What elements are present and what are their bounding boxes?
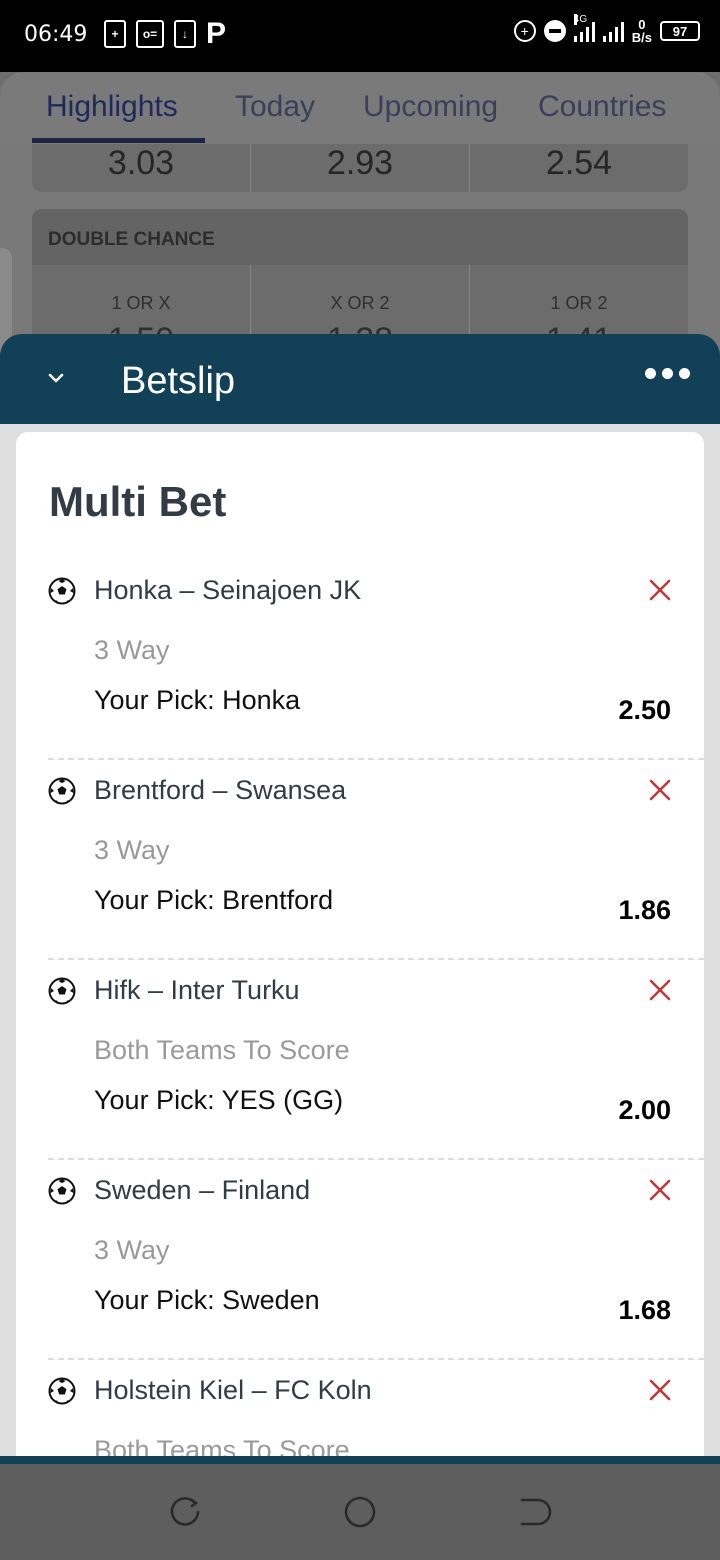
odds-button[interactable]: 2.93 bbox=[251, 144, 469, 183]
system-nav-bar bbox=[0, 1464, 720, 1560]
battery-icon: 97 bbox=[660, 21, 700, 41]
betslip-footer-edge bbox=[0, 1456, 720, 1464]
soccer-ball-icon bbox=[48, 777, 76, 805]
soccer-ball-icon bbox=[48, 1177, 76, 1205]
bet-item: Brentford – Swansea 3 Way Your Pick: Bre… bbox=[16, 632, 704, 960]
network-type-label: 4G bbox=[573, 14, 588, 25]
battery-saver-icon: + bbox=[104, 20, 126, 48]
back-icon[interactable] bbox=[516, 1494, 552, 1530]
odds-row: 3.03 2.93 2.54 bbox=[32, 144, 688, 192]
match-name: Holstein Kiel – FC Koln bbox=[94, 1375, 372, 1405]
signal-icon bbox=[602, 20, 624, 42]
match-name: Brentford – Swansea bbox=[94, 775, 347, 805]
active-tab-indicator bbox=[32, 138, 205, 143]
download-icon: ↓ bbox=[174, 20, 196, 48]
recent-apps-icon[interactable] bbox=[168, 1494, 204, 1530]
bet-item: Sweden – Finland 3 Way Your Pick: Sweden… bbox=[16, 1032, 704, 1360]
system-status-icons: + 4G 0 B/s 97 bbox=[513, 14, 700, 44]
clock: 06:49 bbox=[24, 22, 88, 47]
data-rate-unit: B/s bbox=[631, 30, 652, 45]
soccer-ball-icon bbox=[48, 577, 76, 605]
market-label: X OR 2 bbox=[330, 293, 390, 313]
soccer-ball-icon bbox=[48, 977, 76, 1005]
bet-item: Hifk – Inter Turku Both Teams To Score Y… bbox=[16, 832, 704, 1160]
bet-item: Holstein Kiel – FC Koln Both Teams To Sc… bbox=[16, 1232, 704, 1460]
tab-today[interactable]: Today bbox=[235, 90, 315, 124]
tab-upcoming[interactable]: Upcoming bbox=[363, 90, 498, 124]
betslip-panel: Multi Bet Honka – Seinajoen JK 3 Way You… bbox=[16, 432, 704, 1460]
chevron-down-icon[interactable] bbox=[44, 366, 68, 390]
double-chance-card: DOUBLE CHANCE 1 OR X X OR 2 1 OR 2 1.50 … bbox=[32, 209, 688, 349]
status-bar: 06:49 + o= ↓ P + 4G 0 B/s 97 bbox=[0, 0, 720, 72]
data-rate: 0 B/s bbox=[632, 18, 652, 44]
close-icon[interactable] bbox=[648, 778, 672, 802]
bet-item: Honka – Seinajoen JK 3 Way Your Pick: Ho… bbox=[16, 432, 704, 760]
match-name: Honka – Seinajoen JK bbox=[94, 575, 362, 605]
close-icon[interactable] bbox=[648, 978, 672, 1002]
soccer-ball-icon bbox=[48, 1377, 76, 1405]
match-name: Sweden – Finland bbox=[94, 1175, 311, 1205]
more-horizontal-icon[interactable] bbox=[645, 368, 690, 379]
tab-countries[interactable]: Countries bbox=[538, 90, 666, 124]
close-icon[interactable] bbox=[648, 1378, 672, 1402]
data-saver-icon: + bbox=[513, 20, 536, 42]
betslip-title: Betslip bbox=[121, 360, 236, 402]
tab-highlights[interactable]: Highlights bbox=[46, 90, 178, 124]
odds-button[interactable]: 3.03 bbox=[32, 144, 250, 183]
odds-button[interactable]: 2.54 bbox=[470, 144, 688, 183]
betslip-header: Betslip bbox=[0, 334, 720, 424]
battery-level: 97 bbox=[672, 23, 688, 39]
close-icon[interactable] bbox=[648, 1178, 672, 1202]
signal-4g-icon: 4G bbox=[573, 14, 595, 42]
app-p-icon: P bbox=[206, 17, 227, 50]
notification-icons: + o= ↓ P bbox=[104, 17, 227, 50]
market-label: 1 OR 2 bbox=[550, 293, 608, 313]
close-icon[interactable] bbox=[648, 578, 672, 602]
match-name: Hifk – Inter Turku bbox=[94, 975, 300, 1005]
tab-bar: Highlights Today Upcoming Countries bbox=[0, 72, 720, 144]
market-label: 1 OR X bbox=[111, 293, 171, 313]
double-chance-title: DOUBLE CHANCE bbox=[32, 209, 688, 265]
do-not-disturb-icon bbox=[543, 20, 566, 42]
message-icon: o= bbox=[136, 20, 164, 48]
home-icon[interactable] bbox=[342, 1494, 378, 1530]
